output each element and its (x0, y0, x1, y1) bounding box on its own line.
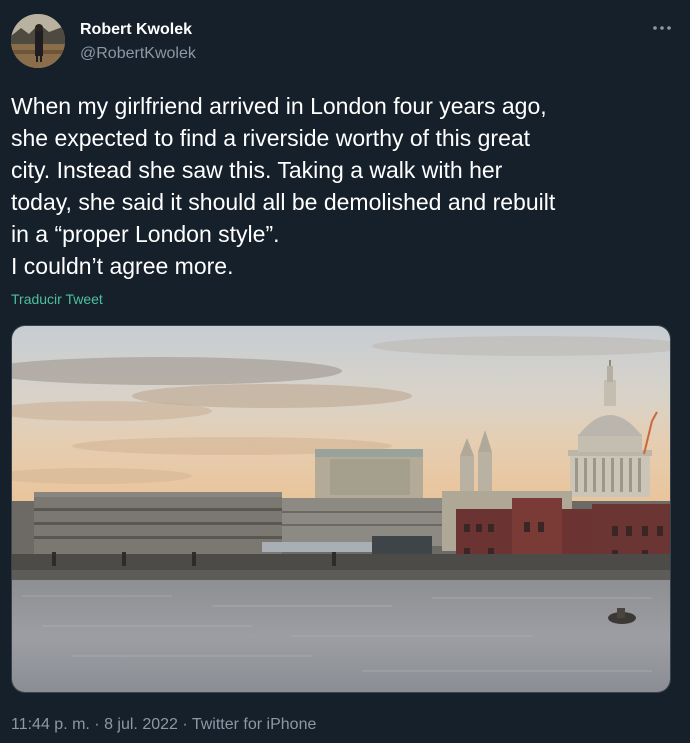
more-dots-icon (653, 26, 671, 30)
translate-tweet-link[interactable]: Traducir Tweet (11, 290, 103, 308)
display-name[interactable]: Robert Kwolek (80, 20, 196, 40)
tweet-text-line: she expected to find a riverside worthy … (11, 125, 531, 151)
tweet-text-line: I couldn’t agree more. (11, 253, 234, 279)
tweet-text-line: in a “proper London style”. (11, 221, 280, 247)
meta-separator: · (89, 716, 105, 733)
tweet-date[interactable]: 8 jul. 2022 (104, 716, 178, 733)
tweet-source[interactable]: Twitter for iPhone (192, 716, 317, 733)
tweet-meta: 11:44 p. m. · 8 jul. 2022 · Twitter for … (11, 714, 316, 736)
more-button[interactable] (648, 14, 676, 42)
tweet-text-line: today, she said it should all be demolis… (11, 189, 556, 215)
author-info[interactable]: Robert Kwolek @RobertKwolek (80, 20, 196, 64)
tweet-text-line: When my girlfriend arrived in London fou… (11, 93, 547, 119)
meta-separator: · (177, 716, 192, 733)
tweet-time[interactable]: 11:44 p. m. (11, 716, 90, 733)
user-handle[interactable]: @RobertKwolek (80, 44, 196, 64)
avatar[interactable] (11, 14, 65, 68)
tweet-text-line: city. Instead she saw this. Taking a wal… (11, 157, 503, 183)
london-riverside-photo (12, 326, 670, 692)
tweet-text: When my girlfriend arrived in London fou… (11, 90, 679, 282)
tweet: Robert Kwolek @RobertKwolek When my girl… (0, 0, 690, 743)
tweet-photo[interactable] (11, 325, 671, 693)
